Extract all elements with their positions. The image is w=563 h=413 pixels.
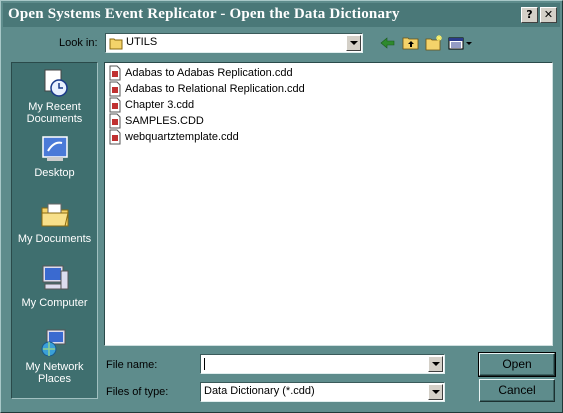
place-network[interactable]: My Network Places: [12, 327, 97, 385]
dialog-title: Open Systems Event Replicator - Open the…: [8, 6, 400, 22]
place-my-documents[interactable]: My Documents: [12, 199, 97, 245]
look-in-arrow[interactable]: [346, 35, 361, 51]
file-icon: [109, 113, 121, 129]
file-type-arrow[interactable]: [428, 384, 443, 400]
desktop-icon: [41, 136, 68, 161]
place-my-computer[interactable]: My Computer: [12, 263, 97, 309]
file-type-value: Data Dictionary (*.cdd): [204, 385, 315, 397]
place-label: My Documents: [17, 233, 92, 245]
place-recent-documents[interactable]: My Recent Documents: [12, 67, 97, 125]
file-list[interactable]: Adabas to Adabas Replication.cdd Adabas …: [104, 62, 553, 346]
cancel-button[interactable]: Cancel: [479, 379, 555, 402]
file-name-arrow[interactable]: [428, 356, 443, 372]
look-in-label: Look in:: [59, 37, 98, 49]
back-icon[interactable]: [378, 34, 398, 52]
list-item[interactable]: webquartztemplate.cdd: [108, 129, 239, 145]
open-button[interactable]: Open: [478, 352, 556, 377]
file-icon: [109, 97, 121, 113]
file-name-field[interactable]: [200, 354, 445, 374]
help-button[interactable]: ?: [521, 7, 538, 23]
file-icon: [109, 81, 121, 97]
place-label: My Network Places: [25, 361, 84, 385]
recent-documents-icon: [44, 69, 68, 97]
list-item[interactable]: Adabas to Relational Replication.cdd: [108, 81, 305, 97]
close-button[interactable]: ✕: [540, 7, 557, 23]
file-type-dropdown[interactable]: Data Dictionary (*.cdd): [200, 382, 445, 402]
my-documents-icon: [41, 203, 69, 227]
view-menu-icon[interactable]: [447, 34, 473, 52]
title-bar[interactable]: Open Systems Event Replicator - Open the…: [3, 3, 560, 27]
file-type-label: Files of type:: [106, 386, 169, 398]
file-icon: [109, 129, 121, 145]
look-in-value: UTILS: [126, 36, 158, 48]
file-icon: [109, 65, 121, 81]
my-computer-icon: [42, 265, 68, 290]
place-label: My Recent Documents: [26, 101, 83, 125]
place-label: My Computer: [21, 297, 88, 309]
network-places-icon: [41, 329, 65, 357]
new-folder-icon[interactable]: [424, 34, 444, 52]
text-cursor: [204, 358, 205, 370]
place-desktop[interactable]: Desktop: [12, 133, 97, 179]
folder-icon: [109, 38, 123, 50]
look-in-dropdown[interactable]: UTILS: [105, 33, 363, 53]
list-item[interactable]: SAMPLES.CDD: [108, 113, 204, 129]
open-dialog: Open Systems Event Replicator - Open the…: [0, 0, 563, 413]
list-item[interactable]: Chapter 3.cdd: [108, 97, 194, 113]
file-name-label: File name:: [106, 359, 158, 371]
places-bar: My Recent Documents Desktop My Documents: [11, 62, 98, 399]
place-label: Desktop: [34, 167, 75, 179]
list-item[interactable]: Adabas to Adabas Replication.cdd: [108, 65, 293, 81]
up-folder-icon[interactable]: [401, 34, 421, 52]
